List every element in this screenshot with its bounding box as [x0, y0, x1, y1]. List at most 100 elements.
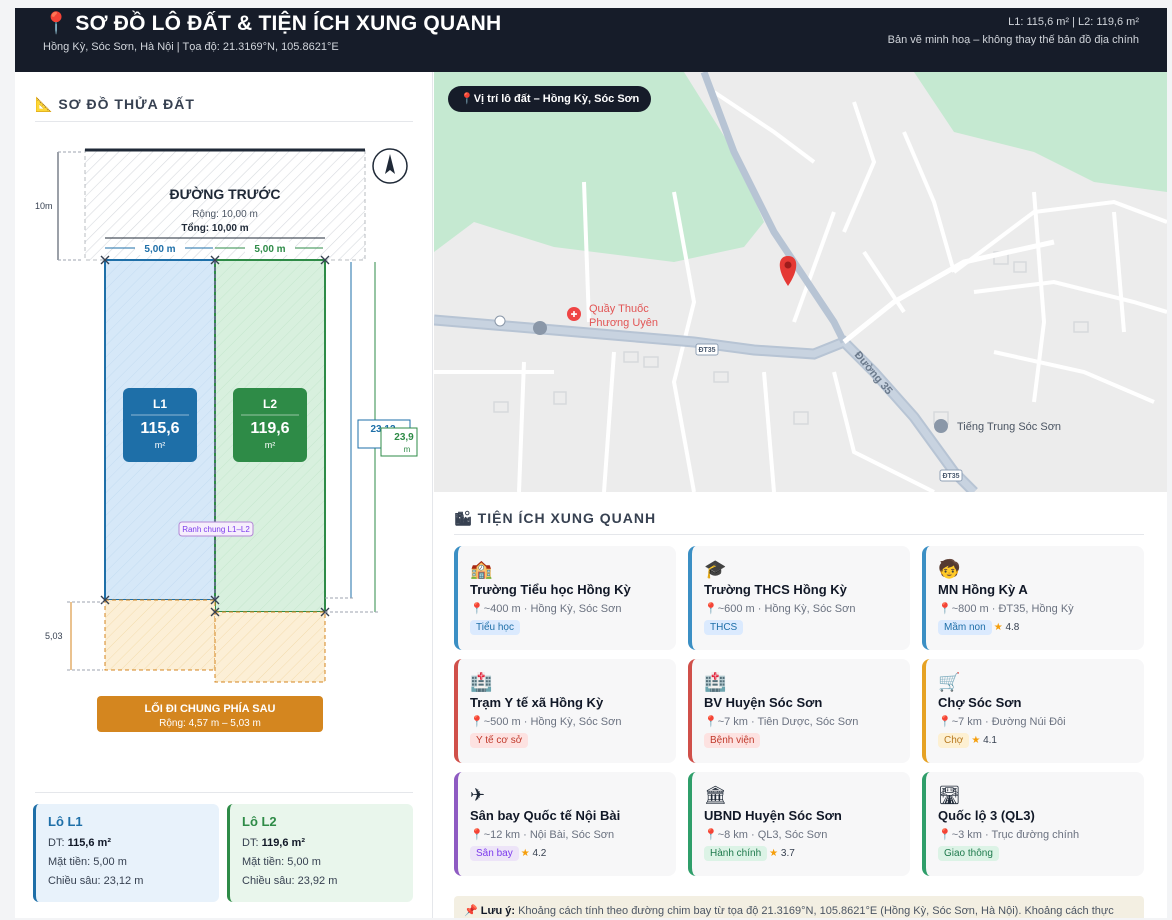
lot-cards: Lô L1 DT: 115,6 m² Mặt tiền: 5,00 m Chiề…	[33, 804, 415, 902]
back-path-l1	[104, 599, 216, 671]
amenity-name: Sân bay Quốc tế Nội Bài	[470, 808, 621, 823]
amenity-card[interactable]: 🧒 MN Hồng Kỳ A 📍~800 m · ĐT35, Hồng Kỳ Mầm …	[922, 546, 1144, 650]
airplane-icon: ✈	[470, 785, 486, 805]
amenity-distance-text: ~7 km · Đường Núi Đôi	[951, 716, 1066, 728]
lot-card-area-value: 119,6 m²	[261, 837, 305, 849]
lot-l1-unit: m²	[155, 440, 166, 450]
amenity-card[interactable]: 🛒 Chợ Sóc Sơn 📍~7 km · Đường Núi Đôi Chợ ★ 4…	[922, 659, 1144, 763]
depth-l2-unit: m	[404, 445, 411, 454]
school-icon: 🏫	[470, 559, 493, 579]
lot-card-l2[interactable]: Lô L2 DT: 119,6 m² Mặt tiền: 5,00 m Chiề…	[227, 804, 413, 902]
front-road-width: Rộng: 10,00 m	[192, 209, 258, 220]
amenity-rating: ★ 4.1	[971, 735, 997, 746]
hospital-icon: 🏥	[704, 672, 727, 692]
school-marker-icon[interactable]	[533, 321, 547, 335]
lot-card-area: DT: 119,6 m²	[242, 837, 401, 849]
page-frame: 📍 SƠ ĐỒ LÔ ĐẤT & TIỆN ÍCH XUNG QUANH Hồng…	[15, 8, 1167, 918]
map-canvas[interactable]: ĐT35 ĐT35 Đường 35 ✚ Quầy Thuốc Phương U…	[434, 72, 1167, 492]
clinic-icon: 🏥	[470, 672, 493, 692]
amenity-distance: 📍~500 m · Hồng Kỳ, Sóc Sơn	[470, 715, 664, 728]
lot-card-frontage: Mặt tiền: 5,00 m	[242, 856, 321, 868]
back-path-width: Rộng: 4,57 m – 5,03 m	[159, 718, 261, 729]
amenity-name: Trường THCS Hồng Kỳ	[704, 582, 847, 597]
star-icon: ★	[769, 848, 781, 859]
lot-card-frontage: Mặt tiền: 5,00 m	[48, 856, 127, 868]
lot-l2-area: 119,6	[250, 420, 289, 437]
amenity-name: Chợ Sóc Sơn	[938, 695, 1022, 710]
road-code-label: ĐT35	[698, 347, 715, 354]
amenity-card[interactable]: 🛣 Quốc lộ 3 (QL3) 📍~3 km · Trục đường chín…	[922, 772, 1144, 876]
map-location-badge-text: Vị trí lô đất – Hồng Kỳ, Sóc Sơn	[473, 93, 640, 105]
location-subtitle: Hồng Kỳ, Sóc Sơn, Hà Nội | Tọa độ: 21.31…	[43, 41, 339, 53]
lot-card-l1[interactable]: Lô L1 DT: 115,6 m² Mặt tiền: 5,00 m Chiề…	[33, 804, 219, 902]
school-marker-icon[interactable]	[934, 419, 948, 433]
ruler-icon: 📐	[35, 96, 54, 112]
map-location-badge: 📍Vị trí lô đất – Hồng Kỳ, Sóc Sơn	[448, 86, 652, 112]
shared-boundary-label: Ranh chung L1–L2	[182, 525, 250, 534]
lot-l1-code: L1	[153, 397, 167, 411]
amenity-card[interactable]: ✈ Sân bay Quốc tế Nội Bài 📍~12 km · Nội Bà…	[454, 772, 676, 876]
lot-card-title: Lô L2	[242, 814, 277, 829]
amenities-panel: 🏙 TIỆN ÍCH XUNG QUANH 🏫 Trường Tiểu học H…	[434, 492, 1167, 918]
map-pin-icon: 📍	[470, 603, 484, 615]
lot-l1-area: 115,6	[140, 420, 179, 437]
amenity-distance-text: ~600 m · Hồng Kỳ, Sóc Sơn	[717, 603, 856, 615]
amenity-distance-text: ~800 m · ĐT35, Hồng Kỳ	[951, 603, 1074, 615]
pharmacy-label: Quầy Thuốc	[589, 303, 649, 315]
lot-card-depth: Chiều sâu: 23,12 m	[48, 875, 144, 887]
amenity-card[interactable]: 🎓 Trường THCS Hồng Kỳ 📍~600 m · Hồng Kỳ, S…	[688, 546, 910, 650]
shopping-cart-icon: 🛒	[938, 672, 961, 692]
amenity-rating: ★ 4.2	[521, 848, 547, 859]
amenity-category-tag: Y tế cơ sở	[470, 733, 529, 748]
amenity-rating-value: 4.1	[983, 735, 997, 746]
road-code-label-2: ĐT35	[942, 473, 959, 480]
amenity-card[interactable]: 🏥 BV Huyện Sóc Sơn 📍~7 km · Tiên Dược, Sóc…	[688, 659, 910, 763]
lot-l2-code: L2	[263, 397, 277, 411]
map-view[interactable]: ĐT35 ĐT35 Đường 35 ✚ Quầy Thuốc Phương U…	[434, 72, 1167, 492]
amenity-category-tag: Tiểu học	[470, 620, 520, 635]
star-icon: ★	[971, 735, 984, 746]
amenity-card[interactable]: 🏫 Trường Tiểu học Hồng Kỳ 📍~400 m · Hồng K…	[454, 546, 676, 650]
amenity-distance-text: ~500 m · Hồng Kỳ, Sóc Sơn	[483, 716, 622, 728]
divider	[35, 121, 413, 122]
divider	[35, 792, 413, 793]
map-pin-icon: 📍	[460, 93, 474, 105]
amenity-category-tag: Bệnh viện	[704, 733, 761, 748]
front-road-label: ĐƯỜNG TRƯỚC	[170, 185, 281, 202]
pharmacy-label-2: Phương Uyên	[589, 317, 658, 329]
amenity-category-tag: THCS	[704, 620, 744, 635]
lot-l2-unit: m²	[265, 440, 276, 450]
road-icon: 🛣	[938, 785, 961, 805]
school-label: Tiếng Trung Sóc Sơn	[957, 421, 1061, 433]
lot-card-area-label: DT:	[48, 837, 68, 849]
graduation-cap-icon: 🎓	[704, 559, 727, 579]
frontage-l1-label: 5,00 m	[144, 244, 175, 255]
bus-stop-icon[interactable]	[494, 315, 506, 327]
map-pin-icon: 📍	[938, 829, 952, 841]
amenity-distance: 📍~8 km · QL3, Sóc Sơn	[704, 828, 898, 841]
amenity-card[interactable]: 🏛 UBND Huyện Sóc Sơn 📍~8 km · QL3, Sóc Sơn…	[688, 772, 910, 876]
frontage-l2-label: 5,00 m	[254, 244, 285, 255]
amenity-distance: 📍~600 m · Hồng Kỳ, Sóc Sơn	[704, 602, 898, 615]
amenity-name: Trạm Y tế xã Hồng Kỳ	[470, 695, 604, 710]
amenity-name: Trường Tiểu học Hồng Kỳ	[470, 582, 631, 597]
amenity-rating-value: 3.7	[780, 848, 795, 859]
map-pin-icon: 📍	[704, 603, 718, 615]
lot-card-area-label: DT:	[242, 837, 262, 849]
amenity-distance-text: ~7 km · Tiên Dược, Sóc Sơn	[717, 716, 859, 728]
note-label: Lưu ý:	[480, 905, 516, 917]
amenity-category-tag: Giao thông	[938, 846, 999, 861]
amenity-name: Quốc lộ 3 (QL3)	[938, 808, 1035, 823]
amenity-card[interactable]: 🏥 Trạm Y tế xã Hồng Kỳ 📍~500 m · Hồng Kỳ, …	[454, 659, 676, 763]
map-pin-icon: 📍	[938, 603, 952, 615]
amenity-distance-text: ~8 km · QL3, Sóc Sơn	[717, 829, 828, 841]
back-depth-label: 5,03	[45, 631, 63, 641]
amenity-category-tag: Sân bay	[470, 846, 519, 861]
plot-panel: 📐 SƠ ĐỒ THỬA ĐẤT 10m ĐƯỜNG TRƯỚC Rộng: 1…	[15, 72, 433, 918]
map-pin-icon: 📍	[938, 716, 952, 728]
amenity-rating-value: 4.8	[1005, 622, 1020, 633]
note-box: 📌 Lưu ý: Khoảng cách tính theo đường chi…	[454, 896, 1144, 918]
amenities-section-title: 🏙 TIỆN ÍCH XUNG QUANH	[454, 510, 656, 527]
lot-card-area: DT: 115,6 m²	[48, 837, 207, 849]
svg-text:✚: ✚	[571, 310, 578, 319]
